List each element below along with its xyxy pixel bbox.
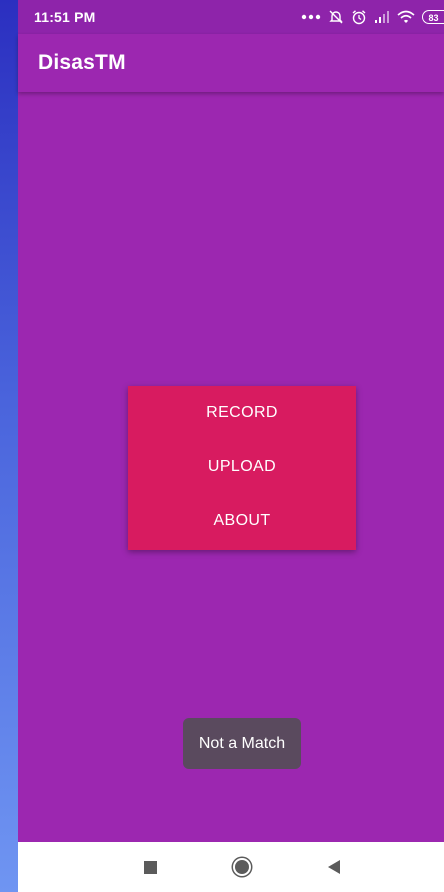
toast-message: Not a Match: [183, 718, 301, 769]
status-time: 11:51 PM: [34, 9, 96, 25]
home-button[interactable]: [212, 842, 272, 892]
record-button[interactable]: RECORD: [128, 386, 356, 440]
back-button[interactable]: [304, 842, 364, 892]
status-bar: 11:51 PM 83: [18, 0, 444, 34]
app-title: DisasTM: [38, 51, 126, 74]
navigation-bar: [18, 842, 444, 892]
mute-icon: [328, 9, 344, 25]
battery-icon: 83: [422, 10, 444, 24]
more-dots-icon: [301, 14, 321, 20]
back-triangle-icon: [328, 860, 340, 874]
about-button[interactable]: ABOUT: [128, 494, 356, 548]
app-bar: DisasTM: [18, 34, 444, 92]
home-circle-icon: [235, 860, 249, 874]
phone-screen: 11:51 PM 83 DisasTM RECORD UPLOAD ABOUT …: [18, 0, 444, 892]
signal-icon: [374, 10, 390, 24]
upload-button[interactable]: UPLOAD: [128, 440, 356, 494]
status-icons: 83: [301, 7, 444, 27]
recents-square-icon: [143, 860, 157, 874]
wifi-icon: [397, 10, 415, 24]
main-content: RECORD UPLOAD ABOUT Not a Match: [18, 92, 444, 842]
recents-button[interactable]: [120, 842, 180, 892]
alarm-icon: [351, 9, 367, 25]
menu-card: RECORD UPLOAD ABOUT: [128, 386, 356, 550]
